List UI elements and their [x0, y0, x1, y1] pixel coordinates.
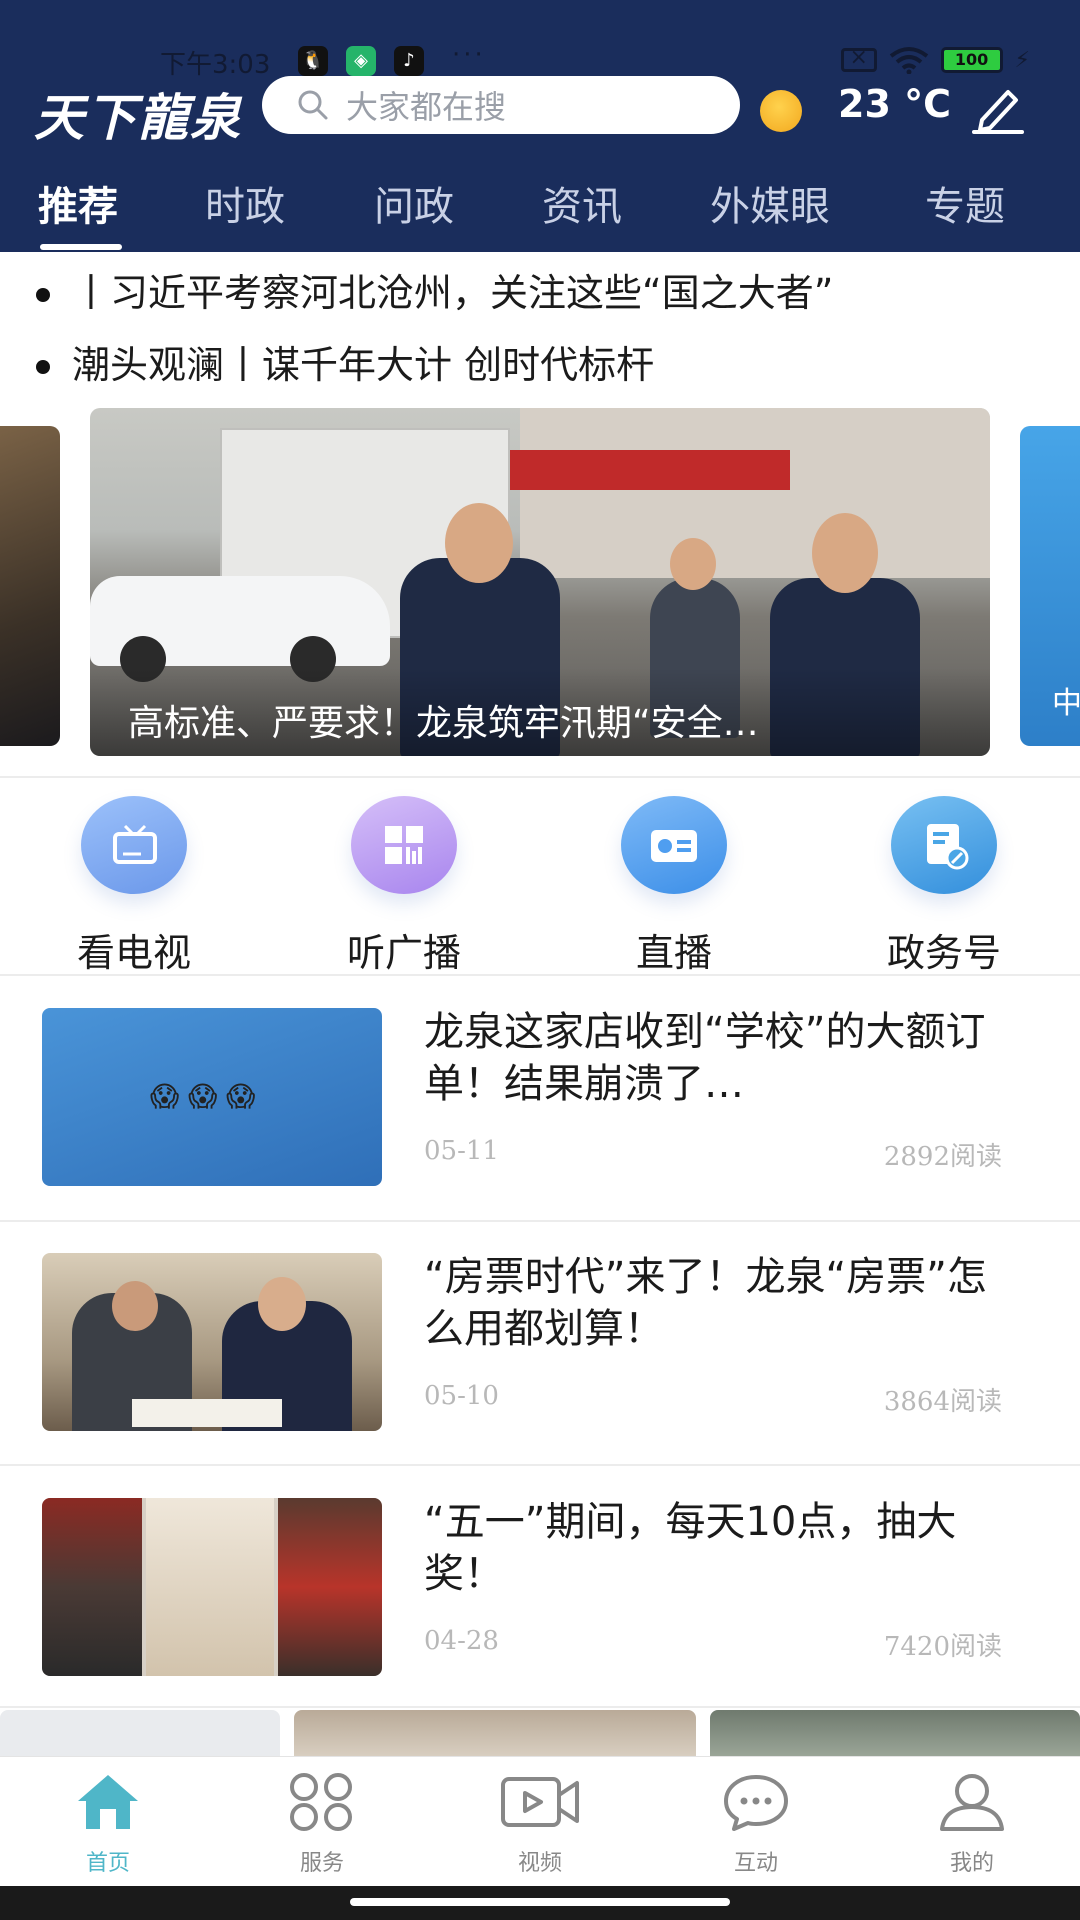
banner-photo-person-head	[812, 513, 878, 593]
chat-icon	[724, 1775, 788, 1831]
nav-services[interactable]: 服务	[252, 1771, 392, 1877]
category-tabs: 推荐 时政 问政 资讯 外媒眼 专题	[0, 170, 1080, 250]
news-title: “五一”期间，每天10点，抽大奖！	[424, 1499, 957, 1597]
nav-label: 我的	[949, 1851, 994, 1876]
quick-link-label: 听广播	[346, 931, 461, 975]
partial-thumbnail[interactable]	[294, 1710, 696, 1756]
nav-label: 互动	[733, 1851, 778, 1876]
profile-icon	[940, 1774, 1004, 1831]
bullet-icon	[36, 360, 50, 374]
news-item[interactable]: 😱 😱 😱 龙泉这家店收到“学校”的大额订单！结果崩溃了… 05-11 2892…	[0, 976, 1080, 1220]
headline-list: 丨习近平考察河北沧州，关注这些“国之大者” 潮头观澜丨谋千年大计 创时代标杆	[0, 262, 1080, 406]
nav-video[interactable]: 视频	[470, 1771, 610, 1877]
banner-photo-person-head	[445, 503, 513, 583]
news-read-count: 2892阅读	[883, 1142, 1002, 1172]
tab-news[interactable]: 资讯	[542, 174, 622, 232]
quick-link-label: 政务号	[886, 931, 1001, 975]
shield-app-icon: ◈	[346, 46, 376, 76]
quick-link-radio[interactable]: 听广播	[304, 790, 504, 977]
quick-link-live[interactable]: 直播	[574, 790, 774, 977]
headline-text: 潮头观澜丨谋千年大计 创时代标杆	[72, 343, 655, 387]
system-navigation-bar	[0, 1886, 1080, 1920]
nav-label: 首页	[85, 1851, 130, 1876]
partial-thumbnail[interactable]	[0, 1710, 280, 1756]
news-thumbnail: 😱 😱 😱	[42, 1008, 382, 1186]
search-bar[interactable]: 大家都在搜	[262, 76, 740, 134]
services-icon	[290, 1773, 352, 1831]
home-indicator[interactable]	[350, 1898, 730, 1906]
banner-photo-person-head	[670, 538, 716, 590]
news-read-count: 7420阅读	[883, 1632, 1002, 1662]
banner-carousel[interactable]: 高标准、严要求！龙泉筑牢汛期“安全… 中	[0, 408, 1080, 756]
wifi-icon	[889, 47, 928, 74]
tab-topics[interactable]: 专题	[925, 174, 1005, 232]
tab-politics[interactable]: 时政	[205, 174, 285, 232]
search-icon	[298, 90, 328, 120]
quick-link-label: 直播	[635, 931, 712, 975]
home-icon	[78, 1775, 138, 1829]
quick-link-tv[interactable]: 看电视	[34, 790, 234, 977]
edit-icon[interactable]	[970, 82, 1026, 134]
banner-photo-building	[520, 408, 990, 578]
quick-link-label: 看电视	[76, 931, 191, 975]
app-logo[interactable]: 天下龍泉	[34, 78, 242, 150]
grid-icon	[351, 796, 457, 894]
news-title: 龙泉这家店收到“学校”的大额订单！结果崩溃了…	[424, 1009, 986, 1107]
temperature[interactable]: 23 °C	[838, 82, 951, 126]
app-header: 下午3:03 🐧 ◈ ♪ ··· 100 ⚡ 天下龍泉 大家都在搜 23 °C	[0, 0, 1080, 252]
carousel-main-slide[interactable]: 高标准、严要求！龙泉筑牢汛期“安全…	[90, 408, 990, 756]
tab-inquiry[interactable]: 问政	[374, 174, 454, 232]
news-read-count: 3864阅读	[883, 1387, 1002, 1417]
news-thumbnail	[42, 1498, 382, 1676]
quick-link-gov-accounts[interactable]: 政务号	[844, 790, 1044, 977]
nav-home[interactable]: 首页	[38, 1771, 178, 1877]
nav-label: 视频	[517, 1851, 562, 1876]
nav-label: 服务	[299, 1851, 344, 1876]
news-item[interactable]: “五一”期间，每天10点，抽大奖！ 04-28 7420阅读	[0, 1466, 1080, 1710]
status-bar: 下午3:03 🐧 ◈ ♪ ··· 100 ⚡	[0, 40, 1080, 80]
news-thumbnail-emoji: 😱 😱 😱	[150, 1080, 256, 1113]
news-date: 05-11	[424, 1136, 499, 1166]
status-more: ···	[452, 40, 486, 70]
section-divider	[0, 1706, 1080, 1708]
bullet-icon	[36, 288, 50, 302]
video-icon	[501, 1777, 579, 1827]
carousel-next-caption: 中	[1052, 686, 1080, 721]
headline-item[interactable]: 丨习近平考察河北沧州，关注这些“国之大者”	[0, 262, 1080, 334]
nav-interaction[interactable]: 互动	[686, 1771, 826, 1877]
charging-icon: ⚡	[1014, 47, 1030, 73]
active-tab-indicator	[40, 244, 122, 250]
status-time: 下午3:03	[160, 50, 271, 80]
news-date: 05-10	[424, 1381, 499, 1411]
radio-icon	[621, 796, 727, 894]
headline-item[interactable]: 潮头观澜丨谋千年大计 创时代标杆	[0, 334, 1080, 406]
section-divider	[0, 776, 1080, 778]
tab-foreign-media[interactable]: 外媒眼	[710, 174, 830, 232]
nav-profile[interactable]: 我的	[902, 1771, 1042, 1877]
qq-icon: 🐧	[298, 46, 328, 76]
partial-thumbnail[interactable]	[710, 1710, 1080, 1756]
sun-icon	[760, 90, 802, 132]
tv-icon	[81, 796, 187, 894]
news-thumbnail	[42, 1253, 382, 1431]
no-sim-icon	[840, 45, 877, 72]
carousel-caption: 高标准、严要求！龙泉筑牢汛期“安全…	[128, 703, 759, 744]
carousel-prev-slide[interactable]	[0, 426, 60, 746]
battery-icon: 100	[940, 47, 1003, 73]
tiktok-icon: ♪	[394, 46, 424, 76]
bottom-navigation: 首页 服务 视频 互动 我的	[0, 1756, 1080, 1886]
news-item[interactable]: “房票时代”来了！龙泉“房票”怎么用都划算！ 05-10 3864阅读	[0, 1221, 1080, 1465]
headline-text: 丨习近平考察河北沧州，关注这些“国之大者”	[72, 271, 834, 315]
banner-photo-shop-sign	[480, 450, 790, 490]
news-title: “房票时代”来了！龙泉“房票”怎么用都划算！	[424, 1254, 987, 1352]
search-placeholder: 大家都在搜	[346, 88, 507, 126]
quick-links: 看电视 听广播 直播 政务号	[0, 790, 1080, 975]
news-date: 04-28	[424, 1626, 499, 1656]
tab-recommend[interactable]: 推荐	[38, 174, 118, 232]
document-icon	[891, 796, 997, 894]
